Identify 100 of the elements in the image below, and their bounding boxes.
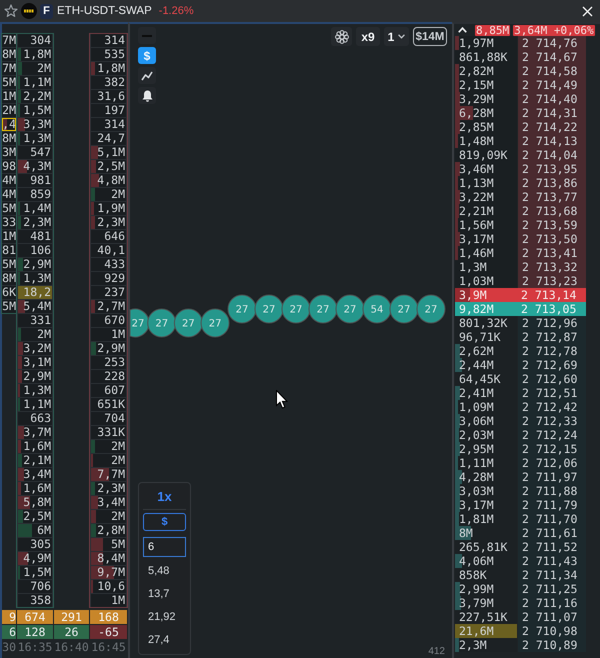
volume-value: 607 xyxy=(104,384,126,397)
chart-tool-button[interactable] xyxy=(138,67,156,84)
volume-value: 3,2M xyxy=(23,342,52,355)
exchange-logo-icon xyxy=(21,3,37,19)
ask-price-cell: 2 714,31 xyxy=(518,106,586,120)
order-size: 3,06M xyxy=(458,414,494,428)
ask-price-cell: 2 713,41 xyxy=(518,246,586,260)
close-icon[interactable] xyxy=(582,6,593,16)
size-input[interactable]: 6 xyxy=(143,537,186,557)
volume-value: 4,9M xyxy=(23,552,52,565)
multiplier-button[interactable]: x9 xyxy=(356,27,380,46)
order-size: 4,06M xyxy=(458,554,494,568)
volume-value: 33 xyxy=(2,216,16,229)
ask-price-cell: 2 713,32 xyxy=(518,260,586,274)
bid-price-cell: 2 712,42 xyxy=(518,400,586,414)
volume-value: 1,4M xyxy=(23,202,52,215)
currency-toggle[interactable]: $ xyxy=(143,513,186,531)
flower-icon xyxy=(334,30,348,44)
volume-value: 9,7M xyxy=(97,566,126,579)
volume-value: 981 xyxy=(30,174,52,187)
order-size: 858K xyxy=(458,568,487,582)
order-size: 1,48M xyxy=(458,134,494,148)
time-label: 16:35 xyxy=(17,639,53,655)
volume-value: 4,3M xyxy=(23,160,52,173)
volume-value: 3,4M xyxy=(23,468,52,481)
volume-value: 704 xyxy=(104,412,126,425)
volume-value: 305 xyxy=(30,538,52,551)
ask-price-cell: 2 714,76 xyxy=(518,36,586,50)
volume-value: 2,1M xyxy=(23,454,52,467)
order-size: 2,03M xyxy=(458,428,494,442)
trade-bubble: 27 xyxy=(416,294,446,324)
volume-value: 237 xyxy=(104,286,126,299)
volume-value: 1,6M xyxy=(23,482,52,495)
order-size: 1,97M xyxy=(458,36,494,50)
ask-price-cell: 2 714,67 xyxy=(518,50,586,64)
volume-value: 331 xyxy=(30,314,52,327)
chevron-down-icon xyxy=(398,34,406,39)
settings-button[interactable] xyxy=(331,27,352,46)
order-size: 96,71K xyxy=(458,330,501,344)
trade-bubble: 54 xyxy=(362,294,392,324)
order-size: 21,6M xyxy=(458,624,494,638)
volume-value: 1,1M xyxy=(23,76,52,89)
order-size: 2,21M xyxy=(458,204,494,218)
order-size: 2,15M xyxy=(458,78,494,92)
alert-button[interactable] xyxy=(138,87,156,104)
ask-price-cell: 2 713,77 xyxy=(518,190,586,204)
order-size: 8M xyxy=(458,526,473,540)
bid-price-cell: 2 712,87 xyxy=(518,330,586,344)
ask-price-cell: 2 713,86 xyxy=(518,176,586,190)
volume-value: 663 xyxy=(30,412,52,425)
volume-value: 8M xyxy=(2,132,16,145)
order-size: 3,9M xyxy=(458,288,487,302)
time-label: 16:40 xyxy=(54,639,89,655)
count-dropdown[interactable]: 1 xyxy=(384,27,409,46)
bid-price-cell: 2 712,96 xyxy=(518,316,586,330)
volume-filter-button[interactable]: $14M xyxy=(413,27,447,46)
order-size: 3,22M xyxy=(458,190,494,204)
volume-value: 3,3M xyxy=(23,118,52,131)
order-size: 265,81K xyxy=(458,540,508,554)
bid-price-cell: 2 711,88 xyxy=(518,484,586,498)
bid-price-cell: 2 711,25 xyxy=(518,582,586,596)
ask-price-cell: 2 713,95 xyxy=(518,162,586,176)
volume-value: 2M xyxy=(111,440,126,453)
bid-price-cell: 2 711,43 xyxy=(518,554,586,568)
size-preset[interactable]: 21,92 xyxy=(143,606,186,629)
order-size: 3,29M xyxy=(458,92,494,106)
order-size: 2,95M xyxy=(458,442,494,456)
volume-value: 7M xyxy=(2,62,16,75)
volume-value: 5,1M xyxy=(97,146,126,159)
trade-bubble: 27 xyxy=(228,294,256,324)
ask-price-cell: 2 714,49 xyxy=(518,78,586,92)
order-size: 3,79M xyxy=(458,596,494,610)
size-preset[interactable]: 13,7 xyxy=(143,583,186,606)
volume-value: 81 xyxy=(2,244,16,257)
size-preset[interactable]: 27,4 xyxy=(143,629,186,652)
order-size: 3,17M xyxy=(458,232,494,246)
volume-value: 5M xyxy=(2,258,16,271)
line-chart-icon xyxy=(141,70,153,80)
ask-price-cell: 2 713,50 xyxy=(518,232,586,246)
trade-bubble: 27 xyxy=(390,294,418,324)
star-icon[interactable] xyxy=(4,4,18,18)
caret-up-icon[interactable] xyxy=(458,27,467,33)
order-size: 2,44M xyxy=(458,358,494,372)
bid-price-cell: 2 712,33 xyxy=(518,414,586,428)
volume-value: 433 xyxy=(104,258,126,271)
volume-value: 3,1M xyxy=(23,356,52,369)
volume-value: 3,7M xyxy=(23,426,52,439)
volume-value: 1M xyxy=(111,328,126,341)
volume-value: 2,5M xyxy=(97,160,126,173)
volume-value: 4,8M xyxy=(97,174,126,187)
bid-price-cell: 2 711,70 xyxy=(518,512,586,526)
size-preset[interactable]: 5,48 xyxy=(143,560,186,583)
volume-value: 5,8M xyxy=(23,496,52,509)
multiplier-toggle[interactable]: 1x xyxy=(157,488,172,506)
volume-value: 98 xyxy=(2,160,16,173)
order-size: 9,82M xyxy=(458,302,494,316)
order-size: 2,85M xyxy=(458,120,494,134)
volume-value: 3,4M xyxy=(97,496,126,509)
trade-bubble: 27 xyxy=(282,294,310,324)
volume-value: 253 xyxy=(104,356,126,369)
